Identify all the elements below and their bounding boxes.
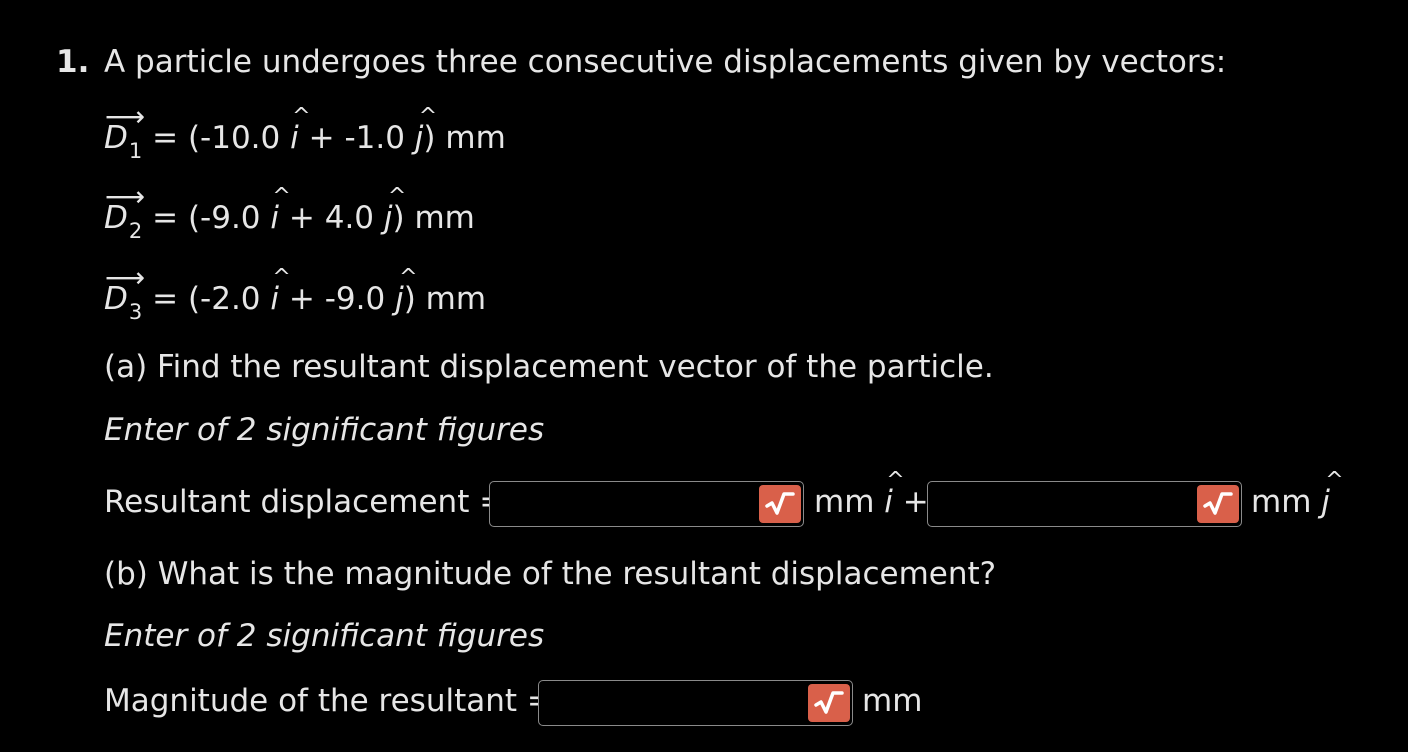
unit-vector-i: ^ i <box>290 104 311 156</box>
vector-arrow-icon: ⟶ <box>105 261 146 294</box>
vector-d3-i-component: (-2.0 <box>187 281 261 317</box>
sqrt-icon <box>814 691 844 714</box>
unit-vector-j: ^ j <box>395 265 418 317</box>
part-b-note: Enter of 2 significant figures <box>104 618 545 654</box>
vector-d3-name: ⟶ D3 <box>104 261 146 324</box>
part-a-unit-i: mm ^ i + <box>814 468 929 520</box>
unit-vector-i: ^ i <box>884 468 905 520</box>
unit-vector-j: ^ j <box>414 104 438 156</box>
resultant-j-input[interactable] <box>928 482 1241 526</box>
resultant-j-input-box <box>927 481 1242 527</box>
part-a-question: (a) Find the resultant displacement vect… <box>104 349 994 385</box>
math-editor-button-i[interactable] <box>759 485 801 523</box>
vector-d1-name: ⟶ D1 <box>104 100 146 163</box>
vector-d3-j-component: + -9.0 <box>288 281 386 317</box>
sqrt-icon <box>1203 492 1233 515</box>
vector-d1: ⟶ D1 = (-10.0 ^ i + -1.0 ^ j) mm <box>104 100 506 163</box>
vector-d1-i-component: (-10.0 <box>187 120 281 156</box>
unit-vector-j: ^ j <box>383 184 407 236</box>
vector-arrow-icon: ⟶ <box>105 180 146 213</box>
part-b-label: Magnitude of the resultant = <box>104 683 553 719</box>
part-a-label: Resultant displacement = <box>104 484 506 520</box>
magnitude-input-box <box>538 680 853 726</box>
resultant-i-input-box <box>489 481 804 527</box>
unit-vector-i: ^ i <box>270 265 291 317</box>
vector-d3-equals: = <box>152 281 179 317</box>
vector-d3: ⟶ D3 = (-2.0 ^ i + -9.0 ^ j) mm <box>104 261 486 324</box>
part-a-note: Enter of 2 significant figures <box>104 412 545 448</box>
vector-d1-equals: = <box>152 120 179 156</box>
vector-arrow-icon: ⟶ <box>105 100 146 133</box>
magnitude-input[interactable] <box>539 681 852 725</box>
vector-d2-equals: = <box>152 200 179 236</box>
math-editor-button-magnitude[interactable] <box>808 684 850 722</box>
vector-d2-name: ⟶ D2 <box>104 180 146 243</box>
unit-vector-j: ^ j <box>1321 468 1344 520</box>
vector-d2: ⟶ D2 = (-9.0 ^ i + 4.0 ^ j) mm <box>104 180 475 243</box>
vector-d2-j-component: + 4.0 <box>288 200 375 236</box>
question-number: 1. <box>56 44 90 80</box>
vector-d1-j-component: + -1.0 <box>308 120 405 156</box>
resultant-i-input[interactable] <box>490 482 803 526</box>
vector-d2-i-component: (-9.0 <box>187 200 261 236</box>
sqrt-icon <box>765 492 795 515</box>
part-a-unit-j: mm ^ j <box>1251 468 1344 520</box>
math-editor-button-j[interactable] <box>1197 485 1239 523</box>
unit-vector-i: ^ i <box>270 184 291 236</box>
part-b-unit: mm <box>862 683 923 719</box>
question-prompt: A particle undergoes three consecutive d… <box>104 44 1227 80</box>
part-b-question: (b) What is the magnitude of the resulta… <box>104 556 997 592</box>
